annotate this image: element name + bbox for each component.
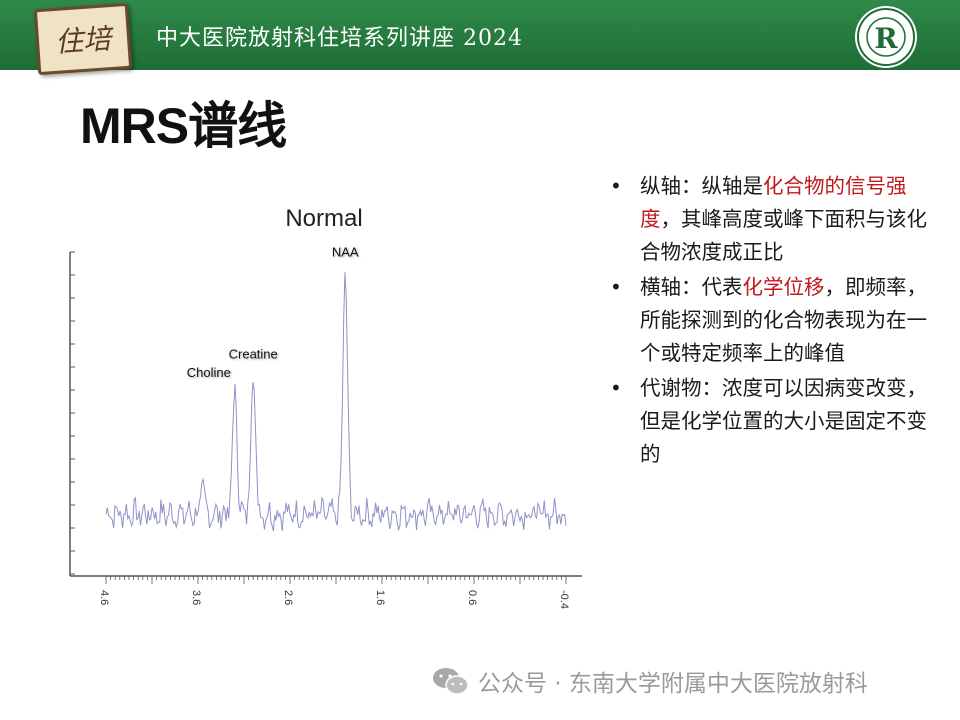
x-axis-minor-ticks [105, 576, 567, 584]
x-tick-label: -0.4 [558, 590, 570, 609]
bullet-vertical-axis: • 纵轴：纵轴是化合物的信号强度，其峰高度或峰下面积与该化合物浓度成正比 [608, 170, 928, 269]
bullet-highlight: 化学位移 [742, 275, 825, 299]
badge-logo: 住培 [33, 2, 133, 76]
bullet-dot: • [610, 275, 622, 299]
footer-text: 公众号 · 东南大学附属中大医院放射科 [478, 671, 868, 697]
peak-label-choline: Choline [187, 365, 231, 380]
wechat-icon [433, 668, 469, 695]
bullet-text: 代谢物：浓度可以因病变改变，但是化学位置的大小是固定不变的 [640, 376, 927, 466]
bullet-text-part: 横轴：代表 [640, 275, 743, 299]
bullet-text-part: ，其峰高度或峰下面积与该化合物浓度成正比 [640, 207, 927, 264]
bullet-text-part: 纵轴：纵轴是 [640, 174, 763, 198]
x-tick-label: 2.6 [282, 590, 294, 605]
bullet-dot: • [610, 174, 622, 198]
header-bar: 住培 中大医院放射科住培系列讲座 2024 R [0, 0, 960, 76]
bullet-dot: • [610, 376, 622, 400]
svg-text:R: R [874, 22, 898, 55]
mrs-spectrum-chart: Normal 4.6 3.6 2.6 1.6 0.6 -0.4 Choline Creati… [69, 205, 582, 609]
x-tick-label: 3.6 [190, 590, 202, 605]
slide-title: MRS谱线 [80, 98, 287, 154]
spectrum-line [105, 272, 567, 532]
bullet-metabolite: • 代谢物：浓度可以因病变改变，但是化学位置的大小是固定不变的 [608, 372, 928, 471]
peak-label-creatine: Creatine [229, 347, 278, 362]
chart-title: Normal [285, 205, 362, 232]
x-tick-label: 4.6 [98, 590, 110, 605]
bullet-horizontal-axis: • 横轴：代表化学位移，即频率，所能探测到的化合物表现为在一个或特定频率上的峰值 [608, 271, 928, 370]
hospital-seal-icon: R [855, 6, 917, 68]
footer: 公众号 · 东南大学附属中大医院放射科 [432, 664, 868, 698]
x-tick-label: 1.6 [374, 590, 386, 605]
peak-label-naa: NAA [332, 244, 359, 259]
bullet-text: 纵轴：纵轴是化合物的信号强度，其峰高度或峰下面积与该化合物浓度成正比 [640, 174, 927, 264]
bullet-text: 横轴：代表化学位移，即频率，所能探测到的化合物表现为在一个或特定频率上的峰值 [640, 275, 927, 365]
x-tick-label: 0.6 [466, 590, 478, 605]
series-title: 中大医院放射科住培系列讲座 2024 [156, 26, 523, 51]
x-axis-tick-labels: 4.6 3.6 2.6 1.6 0.6 -0.4 [98, 590, 570, 609]
badge-text: 住培 [54, 22, 113, 59]
peak-labels: Choline Creatine NAA [187, 244, 359, 380]
bullet-list: • 纵轴：纵轴是化合物的信号强度，其峰高度或峰下面积与该化合物浓度成正比 • 横… [608, 170, 928, 473]
